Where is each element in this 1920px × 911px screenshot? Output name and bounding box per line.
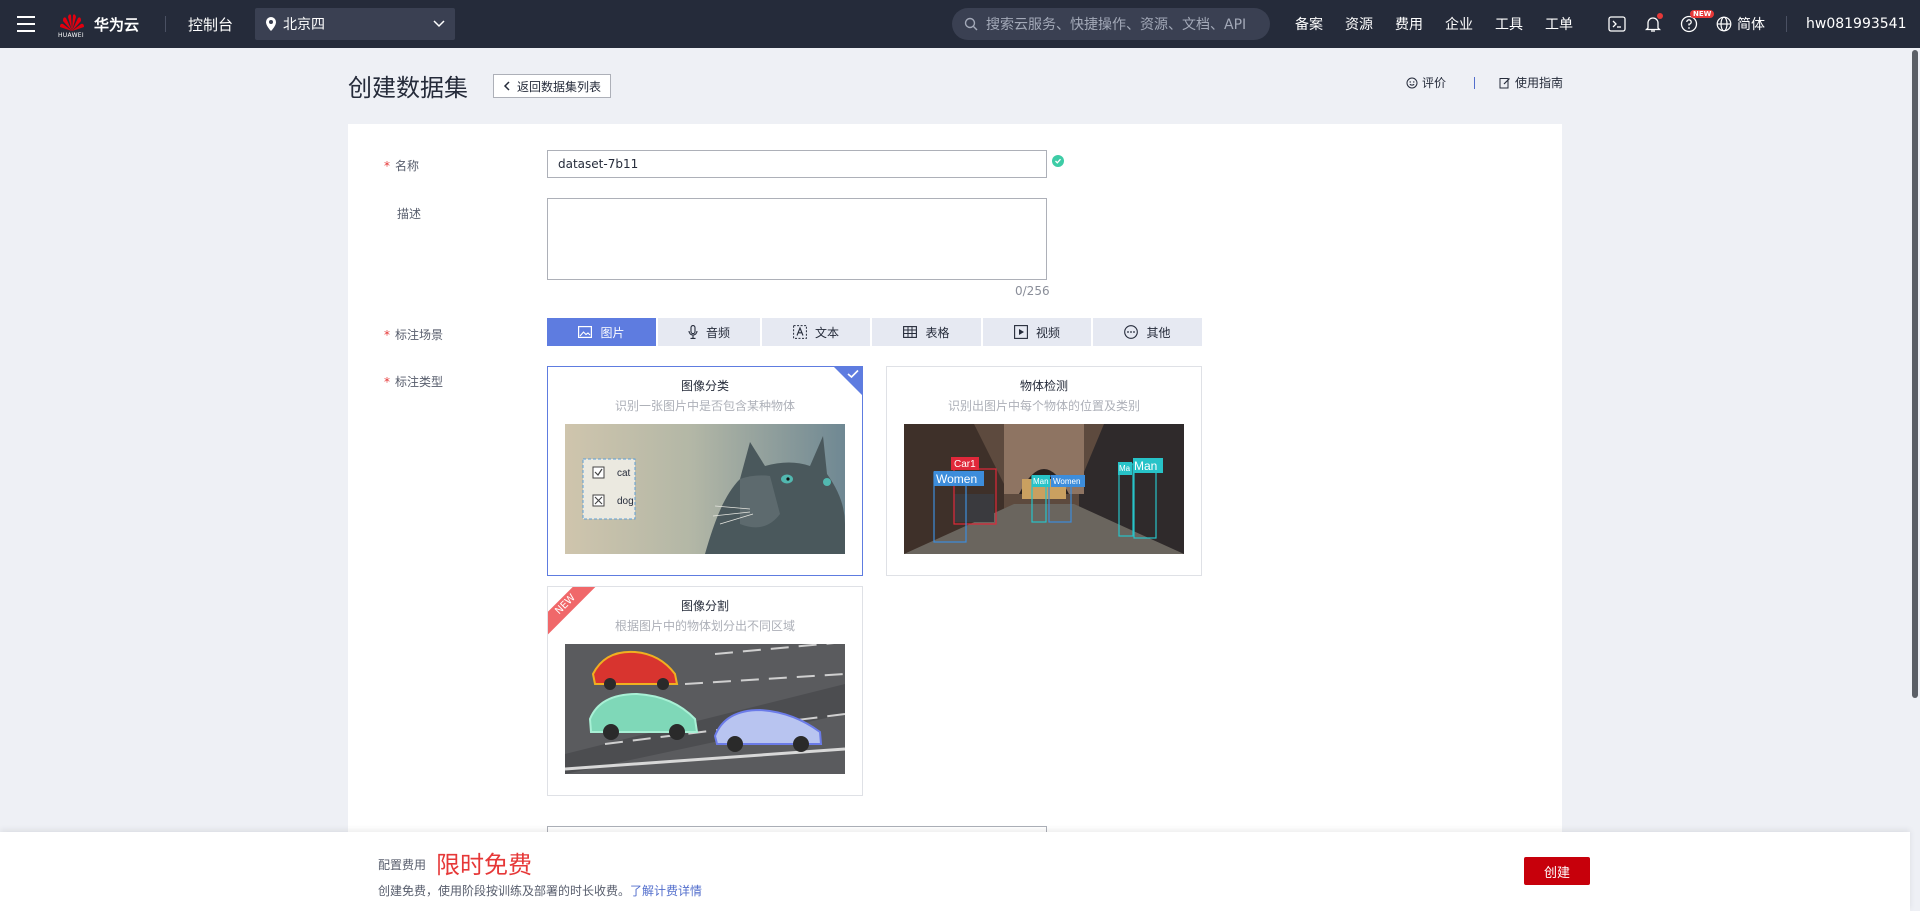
back-to-list-button[interactable]: 返回数据集列表: [493, 74, 612, 98]
guide-link[interactable]: 使用指南: [1499, 74, 1563, 91]
type-card-object-detection[interactable]: 物体检测 识别出图片中每个物体的位置及类别 Car1 Women Man Wom…: [886, 366, 1202, 576]
header-links: 评价 使用指南: [1406, 74, 1563, 91]
type-card-title: 物体检测: [1019, 379, 1068, 393]
image-icon: [578, 326, 593, 338]
top-navbar: HUAWEI 华为云 控制台 北京四 搜索云服务、快捷操作、资源、文档、API …: [0, 0, 1920, 48]
table-icon: [903, 326, 918, 338]
description-textarea[interactable]: [547, 198, 1047, 280]
type-card-image-segmentation[interactable]: 图像分割 根据图片中的物体划分出不同区域 NEW: [547, 586, 863, 796]
rate-label: 评价: [1422, 76, 1447, 90]
divider: [1474, 76, 1476, 89]
notification-dot: [1657, 13, 1663, 19]
nav-link-tools[interactable]: 工具: [1495, 14, 1523, 34]
microphone-icon: [688, 325, 698, 339]
tab-image[interactable]: 图片: [547, 318, 656, 346]
billing-details-link[interactable]: 了解计费详情: [630, 884, 702, 898]
name-input[interactable]: dataset-7b11: [547, 150, 1047, 178]
tab-audio[interactable]: 音频: [658, 318, 760, 346]
dog-tag: dog: [617, 496, 634, 507]
language-label: 简体: [1737, 17, 1765, 33]
text-icon: [793, 325, 807, 339]
box-label: Women: [936, 472, 977, 486]
tab-table[interactable]: 表格: [872, 318, 981, 346]
box-label: Car1: [954, 459, 976, 470]
scene-label: * 标注场景: [384, 328, 444, 342]
tab-video[interactable]: 视频: [983, 318, 1091, 346]
scroll-thumb[interactable]: [1912, 50, 1918, 698]
box-label: Man: [1033, 477, 1049, 486]
location-icon: [266, 17, 277, 31]
help-icon[interactable]: NEW: [1678, 10, 1715, 35]
type-card-title: 图像分类: [680, 379, 729, 393]
new-badge: NEW: [1690, 10, 1715, 18]
back-label: 返回数据集列表: [517, 79, 602, 94]
page-title: 创建数据集: [348, 74, 468, 102]
fee-label: 配置费用: [378, 858, 427, 872]
console-link[interactable]: 控制台: [188, 14, 233, 35]
type-card-image-classification[interactable]: 图像分类 识别一张图片中是否包含某种物体 cat dog: [547, 366, 863, 576]
edit-doc-icon: [1499, 77, 1510, 88]
nav-link-enterprise[interactable]: 企业: [1445, 14, 1473, 34]
tab-text[interactable]: 文本: [762, 318, 870, 346]
check-circle-icon: [1052, 155, 1064, 167]
language-select[interactable]: 简体: [1716, 0, 1765, 48]
type-card-desc: 识别一张图片中是否包含某种物体: [614, 399, 795, 413]
name-label: * 名称: [384, 159, 420, 173]
type-card-desc: 根据图片中的物体划分出不同区域: [614, 619, 795, 633]
nav-link-billing[interactable]: 费用: [1395, 14, 1423, 34]
rate-link[interactable]: 评价: [1406, 74, 1446, 91]
search-placeholder: 搜索云服务、快捷操作、资源、文档、API: [986, 17, 1247, 33]
nav-links: 备案 资源 费用 企业 工具 工单: [1295, 0, 1573, 48]
chevron-left-icon: [503, 81, 510, 91]
nav-link-resources[interactable]: 资源: [1345, 14, 1373, 34]
divider: [1786, 16, 1787, 32]
region-value: 北京四: [283, 17, 326, 33]
logo[interactable]: HUAWEI 华为云: [58, 11, 140, 39]
more-icon: [1124, 325, 1139, 339]
type-card-title: 图像分割: [680, 599, 729, 613]
fee-value: 限时免费: [436, 851, 532, 879]
search-icon: [964, 17, 978, 31]
chevron-down-icon: [433, 20, 445, 28]
scrollbar[interactable]: [1910, 48, 1920, 911]
video-icon: [1014, 325, 1028, 339]
create-button[interactable]: 创建: [1524, 857, 1590, 885]
type-card-desc: 识别出图片中每个物体的位置及类别: [947, 399, 1140, 413]
check-icon: [847, 369, 859, 379]
globe-icon: [1716, 16, 1732, 32]
cars-illustration: [565, 644, 845, 774]
box-label: Women: [1053, 477, 1080, 486]
street-illustration: Car1 Women Man Women Ma Man: [904, 424, 1184, 554]
guide-label: 使用指南: [1515, 76, 1564, 90]
cat-illustration: cat dog: [565, 424, 845, 554]
nav-link-beian[interactable]: 备案: [1295, 14, 1323, 34]
description-counter: 0/256: [1015, 284, 1050, 298]
nav-link-tickets[interactable]: 工单: [1545, 14, 1573, 34]
scene-tabs: 图片 音频 文本 表格 视频 其他: [547, 318, 1202, 346]
user-menu[interactable]: hw081993541: [1806, 0, 1907, 48]
terminal-icon[interactable]: [1606, 13, 1628, 35]
fee-description: 创建免费，使用阶段按训练及部署的时长收费。了解计费详情: [378, 884, 703, 898]
region-select[interactable]: 北京四: [255, 8, 456, 40]
footer-bar: 配置费用 限时免费 创建免费，使用阶段按训练及部署的时长收费。了解计费详情 创建: [0, 832, 1910, 911]
box-label: Man: [1134, 459, 1157, 473]
logo-text: 华为云: [94, 15, 140, 34]
annotation-type-label: * 标注类型: [384, 375, 444, 389]
cat-tag: cat: [617, 468, 631, 479]
search-input[interactable]: 搜索云服务、快捷操作、资源、文档、API: [952, 8, 1270, 40]
menu-icon[interactable]: [0, 0, 52, 48]
box-label: Ma: [1119, 464, 1131, 473]
huawei-logo-icon: HUAWEI: [58, 11, 86, 39]
bell-icon[interactable]: [1642, 13, 1664, 35]
description-label: 描述: [397, 207, 422, 221]
tab-other[interactable]: 其他: [1093, 318, 1202, 346]
divider: [165, 16, 167, 32]
smile-icon: [1406, 77, 1418, 88]
